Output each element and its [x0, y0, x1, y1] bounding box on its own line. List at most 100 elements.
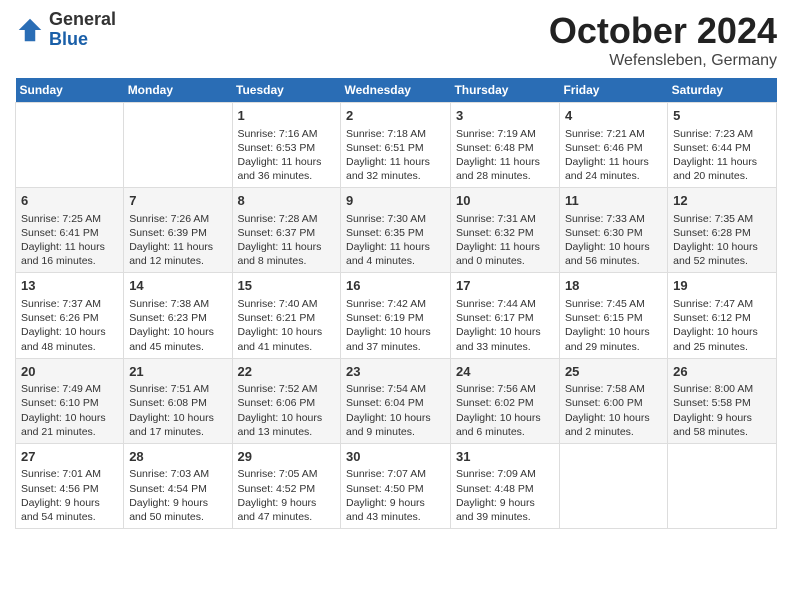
day-number: 12	[673, 192, 771, 210]
day-info: Sunrise: 7:01 AM Sunset: 4:56 PM Dayligh…	[21, 467, 118, 524]
calendar-cell: 31Sunrise: 7:09 AM Sunset: 4:48 PM Dayli…	[450, 443, 559, 528]
weekday-header: Tuesday	[232, 78, 341, 103]
calendar-cell: 28Sunrise: 7:03 AM Sunset: 4:54 PM Dayli…	[124, 443, 232, 528]
calendar-cell: 14Sunrise: 7:38 AM Sunset: 6:23 PM Dayli…	[124, 273, 232, 358]
day-info: Sunrise: 7:18 AM Sunset: 6:51 PM Dayligh…	[346, 127, 445, 184]
calendar-cell: 23Sunrise: 7:54 AM Sunset: 6:04 PM Dayli…	[341, 358, 451, 443]
day-number: 24	[456, 363, 554, 381]
day-number: 19	[673, 277, 771, 295]
day-info: Sunrise: 7:56 AM Sunset: 6:02 PM Dayligh…	[456, 382, 554, 439]
day-info: Sunrise: 7:44 AM Sunset: 6:17 PM Dayligh…	[456, 297, 554, 354]
day-number: 29	[238, 448, 336, 466]
day-info: Sunrise: 7:38 AM Sunset: 6:23 PM Dayligh…	[129, 297, 226, 354]
calendar-cell: 1 Sunrise: 7:16 AM Sunset: 6:53 PM Daylig…	[232, 103, 341, 188]
day-number: 21	[129, 363, 226, 381]
day-info: Sunrise: 7:05 AM Sunset: 4:52 PM Dayligh…	[238, 467, 336, 524]
weekday-header: Thursday	[450, 78, 559, 103]
day-info: Sunrise: 7:58 AM Sunset: 6:00 PM Dayligh…	[565, 382, 662, 439]
day-number: 17	[456, 277, 554, 295]
weekday-header: Saturday	[668, 78, 777, 103]
calendar-cell: 19 Sunrise: 7:47 AM Sunset: 6:12 PM Dayli…	[668, 273, 777, 358]
day-number: 25	[565, 363, 662, 381]
day-info: Sunrise: 7:49 AM Sunset: 6:10 PM Dayligh…	[21, 382, 118, 439]
page-header: General Blue October 2024 Wefensleben, G…	[15, 10, 777, 70]
day-info: Sunrise: 7:26 AM Sunset: 6:39 PM Dayligh…	[129, 212, 226, 269]
calendar-cell: 5Sunrise: 7:23 AM Sunset: 6:44 PM Daylig…	[668, 103, 777, 188]
day-info: Sunrise: 7:33 AM Sunset: 6:30 PM Dayligh…	[565, 212, 662, 269]
calendar-cell	[559, 443, 667, 528]
day-info: Sunrise: 7:40 AM Sunset: 6:21 PM Dayligh…	[238, 297, 336, 354]
weekday-header: Sunday	[16, 78, 124, 103]
day-info: Sunrise: 7:47 AM Sunset: 6:12 PM Dayligh…	[673, 297, 771, 354]
day-number: 22	[238, 363, 336, 381]
day-number: 3	[456, 107, 554, 125]
day-info: Sunrise: 7:42 AM Sunset: 6:19 PM Dayligh…	[346, 297, 445, 354]
calendar-cell: 16 Sunrise: 7:42 AM Sunset: 6:19 PM Dayli…	[341, 273, 451, 358]
calendar-cell: 22Sunrise: 7:52 AM Sunset: 6:06 PM Dayli…	[232, 358, 341, 443]
calendar-cell: 11Sunrise: 7:33 AM Sunset: 6:30 PM Dayli…	[559, 188, 667, 273]
calendar-cell: 20Sunrise: 7:49 AM Sunset: 6:10 PM Dayli…	[16, 358, 124, 443]
calendar-cell: 18 Sunrise: 7:45 AM Sunset: 6:15 PM Dayli…	[559, 273, 667, 358]
day-info: Sunrise: 7:25 AM Sunset: 6:41 PM Dayligh…	[21, 212, 118, 269]
page-subtitle: Wefensleben, Germany	[549, 52, 777, 70]
weekday-header-row: SundayMondayTuesdayWednesdayThursdayFrid…	[16, 78, 777, 103]
day-number: 4	[565, 107, 662, 125]
day-number: 7	[129, 192, 226, 210]
calendar-week-row: 13Sunrise: 7:37 AM Sunset: 6:26 PM Dayli…	[16, 273, 777, 358]
calendar-week-row: 20Sunrise: 7:49 AM Sunset: 6:10 PM Dayli…	[16, 358, 777, 443]
calendar-cell: 6 Sunrise: 7:25 AM Sunset: 6:41 PM Daylig…	[16, 188, 124, 273]
day-number: 8	[238, 192, 336, 210]
day-number: 13	[21, 277, 118, 295]
calendar-cell: 27Sunrise: 7:01 AM Sunset: 4:56 PM Dayli…	[16, 443, 124, 528]
day-info: Sunrise: 7:31 AM Sunset: 6:32 PM Dayligh…	[456, 212, 554, 269]
day-info: Sunrise: 7:45 AM Sunset: 6:15 PM Dayligh…	[565, 297, 662, 354]
day-number: 2	[346, 107, 445, 125]
calendar-table: SundayMondayTuesdayWednesdayThursdayFrid…	[15, 78, 777, 529]
calendar-cell: 15 Sunrise: 7:40 AM Sunset: 6:21 PM Dayli…	[232, 273, 341, 358]
calendar-week-row: 1 Sunrise: 7:16 AM Sunset: 6:53 PM Daylig…	[16, 103, 777, 188]
day-info: Sunrise: 8:00 AM Sunset: 5:58 PM Dayligh…	[673, 382, 771, 439]
day-info: Sunrise: 7:07 AM Sunset: 4:50 PM Dayligh…	[346, 467, 445, 524]
calendar-cell: 7 Sunrise: 7:26 AM Sunset: 6:39 PM Daylig…	[124, 188, 232, 273]
calendar-cell: 12Sunrise: 7:35 AM Sunset: 6:28 PM Dayli…	[668, 188, 777, 273]
calendar-cell: 26Sunrise: 8:00 AM Sunset: 5:58 PM Dayli…	[668, 358, 777, 443]
day-info: Sunrise: 7:19 AM Sunset: 6:48 PM Dayligh…	[456, 127, 554, 184]
calendar-cell: 17 Sunrise: 7:44 AM Sunset: 6:17 PM Dayli…	[450, 273, 559, 358]
calendar-cell	[668, 443, 777, 528]
calendar-week-row: 27Sunrise: 7:01 AM Sunset: 4:56 PM Dayli…	[16, 443, 777, 528]
logo-text: General Blue	[49, 10, 116, 50]
logo-icon	[15, 15, 45, 45]
day-number: 30	[346, 448, 445, 466]
day-number: 1	[238, 107, 336, 125]
weekday-header: Friday	[559, 78, 667, 103]
calendar-cell: 13Sunrise: 7:37 AM Sunset: 6:26 PM Dayli…	[16, 273, 124, 358]
day-info: Sunrise: 7:51 AM Sunset: 6:08 PM Dayligh…	[129, 382, 226, 439]
day-number: 6	[21, 192, 118, 210]
page-title: October 2024	[549, 10, 777, 52]
day-number: 27	[21, 448, 118, 466]
calendar-cell: 21Sunrise: 7:51 AM Sunset: 6:08 PM Dayli…	[124, 358, 232, 443]
day-number: 16	[346, 277, 445, 295]
day-number: 26	[673, 363, 771, 381]
calendar-cell: 4 Sunrise: 7:21 AM Sunset: 6:46 PM Daylig…	[559, 103, 667, 188]
day-number: 20	[21, 363, 118, 381]
day-info: Sunrise: 7:30 AM Sunset: 6:35 PM Dayligh…	[346, 212, 445, 269]
day-number: 15	[238, 277, 336, 295]
calendar-cell: 30Sunrise: 7:07 AM Sunset: 4:50 PM Dayli…	[341, 443, 451, 528]
day-info: Sunrise: 7:52 AM Sunset: 6:06 PM Dayligh…	[238, 382, 336, 439]
day-info: Sunrise: 7:09 AM Sunset: 4:48 PM Dayligh…	[456, 467, 554, 524]
day-number: 28	[129, 448, 226, 466]
calendar-cell: 9Sunrise: 7:30 AM Sunset: 6:35 PM Daylig…	[341, 188, 451, 273]
day-number: 23	[346, 363, 445, 381]
day-info: Sunrise: 7:21 AM Sunset: 6:46 PM Dayligh…	[565, 127, 662, 184]
day-info: Sunrise: 7:16 AM Sunset: 6:53 PM Dayligh…	[238, 127, 336, 184]
calendar-cell: 29Sunrise: 7:05 AM Sunset: 4:52 PM Dayli…	[232, 443, 341, 528]
calendar-cell: 8 Sunrise: 7:28 AM Sunset: 6:37 PM Daylig…	[232, 188, 341, 273]
day-info: Sunrise: 7:28 AM Sunset: 6:37 PM Dayligh…	[238, 212, 336, 269]
calendar-cell: 2 Sunrise: 7:18 AM Sunset: 6:51 PM Daylig…	[341, 103, 451, 188]
day-number: 18	[565, 277, 662, 295]
calendar-cell	[124, 103, 232, 188]
calendar-cell: 25Sunrise: 7:58 AM Sunset: 6:00 PM Dayli…	[559, 358, 667, 443]
day-info: Sunrise: 7:23 AM Sunset: 6:44 PM Dayligh…	[673, 127, 771, 184]
day-number: 31	[456, 448, 554, 466]
